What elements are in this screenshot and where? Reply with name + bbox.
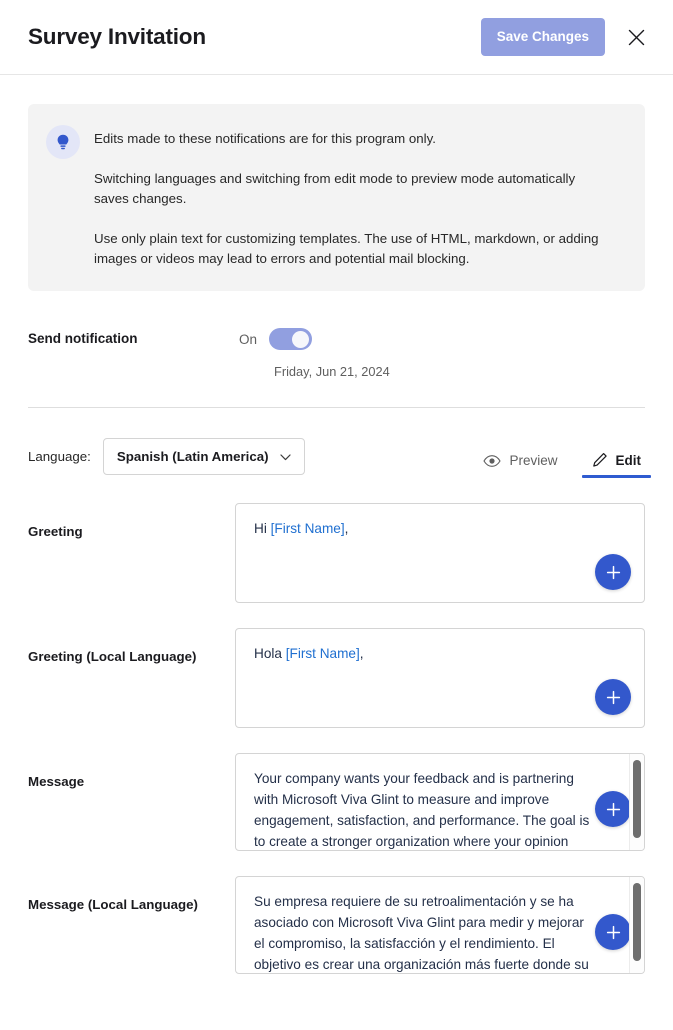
greeting-local-token: [First Name] [286, 646, 360, 661]
pencil-icon [592, 452, 608, 468]
tab-edit-label: Edit [616, 453, 642, 468]
plus-icon [605, 801, 622, 818]
field-row-greeting-local: Greeting (Local Language) Hola [First Na… [28, 628, 645, 728]
info-paragraph-1: Edits made to these notifications are fo… [94, 129, 599, 149]
field-label-message-local: Message (Local Language) [28, 876, 235, 914]
field-box-message[interactable]: Your company wants your feedback and is … [235, 753, 645, 851]
eye-icon [483, 455, 501, 467]
field-box-greeting[interactable]: Hi [First Name], [235, 503, 645, 603]
add-token-button-greeting-local[interactable] [595, 679, 631, 715]
field-row-greeting: Greeting Hi [First Name], [28, 503, 645, 603]
language-select[interactable]: Spanish (Latin America) [103, 438, 305, 475]
panel-content: Edits made to these notifications are fo… [0, 104, 673, 974]
send-notification-controls: On Friday, Jun 21, 2024 [239, 328, 390, 379]
field-row-message-local: Message (Local Language) Su empresa requ… [28, 876, 645, 974]
send-notification-label: Send notification [28, 328, 239, 346]
field-text-greeting: Hi [First Name], [236, 504, 644, 553]
info-paragraph-3: Use only plain text for customizing temp… [94, 229, 599, 269]
toggle-knob [292, 331, 309, 348]
toggle-line: On [239, 328, 390, 350]
info-banner-text: Edits made to these notifications are fo… [94, 124, 599, 269]
send-notification-toggle[interactable] [269, 328, 312, 350]
info-paragraph-2: Switching languages and switching from e… [94, 169, 599, 209]
message-scrollbar-thumb[interactable] [633, 760, 641, 838]
chevron-down-icon [280, 449, 291, 464]
view-mode-tabs: Preview Edit [479, 434, 645, 478]
add-token-button-greeting[interactable] [595, 554, 631, 590]
field-box-greeting-local[interactable]: Hola [First Name], [235, 628, 645, 728]
greeting-prefix: Hi [254, 521, 271, 536]
message-local-scrollbar[interactable] [629, 877, 644, 973]
greeting-token: [First Name] [271, 521, 345, 536]
plus-icon [605, 564, 622, 581]
field-box-message-local[interactable]: Su empresa requiere de su retroalimentac… [235, 876, 645, 974]
field-label-greeting: Greeting [28, 503, 235, 541]
greeting-local-suffix: , [360, 646, 364, 661]
tab-preview[interactable]: Preview [479, 453, 561, 478]
message-local-scrollbar-thumb[interactable] [633, 883, 641, 961]
message-scrollbar[interactable] [629, 754, 644, 850]
save-changes-button[interactable]: Save Changes [481, 18, 605, 56]
field-label-greeting-local: Greeting (Local Language) [28, 628, 235, 666]
close-icon [628, 29, 645, 46]
survey-invitation-panel: Survey Invitation Save Changes Edits mad… [0, 0, 673, 1030]
close-button[interactable] [619, 20, 653, 54]
language-label: Language: [28, 449, 91, 464]
greeting-local-prefix: Hola [254, 646, 286, 661]
send-notification-date: Friday, Jun 21, 2024 [274, 364, 390, 379]
info-banner: Edits made to these notifications are fo… [28, 104, 645, 291]
send-notification-row: Send notification On Friday, Jun 21, 202… [28, 328, 645, 379]
field-label-message: Message [28, 753, 235, 791]
section-divider [28, 407, 645, 408]
add-token-button-message[interactable] [595, 791, 631, 827]
plus-icon [605, 689, 622, 706]
page-title: Survey Invitation [28, 24, 481, 50]
language-selected-value: Spanish (Latin America) [117, 449, 269, 464]
tab-preview-label: Preview [509, 453, 557, 468]
field-text-message: Your company wants your feedback and is … [236, 754, 621, 851]
field-text-message-local: Su empresa requiere de su retroalimentac… [236, 877, 621, 974]
field-text-greeting-local: Hola [First Name], [236, 629, 644, 678]
toggle-state-label: On [239, 332, 257, 347]
panel-header: Survey Invitation Save Changes [0, 0, 673, 75]
lightbulb-icon [46, 125, 80, 159]
language-and-view-row: Language: Spanish (Latin America) [28, 434, 645, 478]
tab-edit[interactable]: Edit [588, 452, 646, 478]
greeting-suffix: , [345, 521, 349, 536]
add-token-button-message-local[interactable] [595, 914, 631, 950]
field-row-message: Message Your company wants your feedback… [28, 753, 645, 851]
plus-icon [605, 924, 622, 941]
